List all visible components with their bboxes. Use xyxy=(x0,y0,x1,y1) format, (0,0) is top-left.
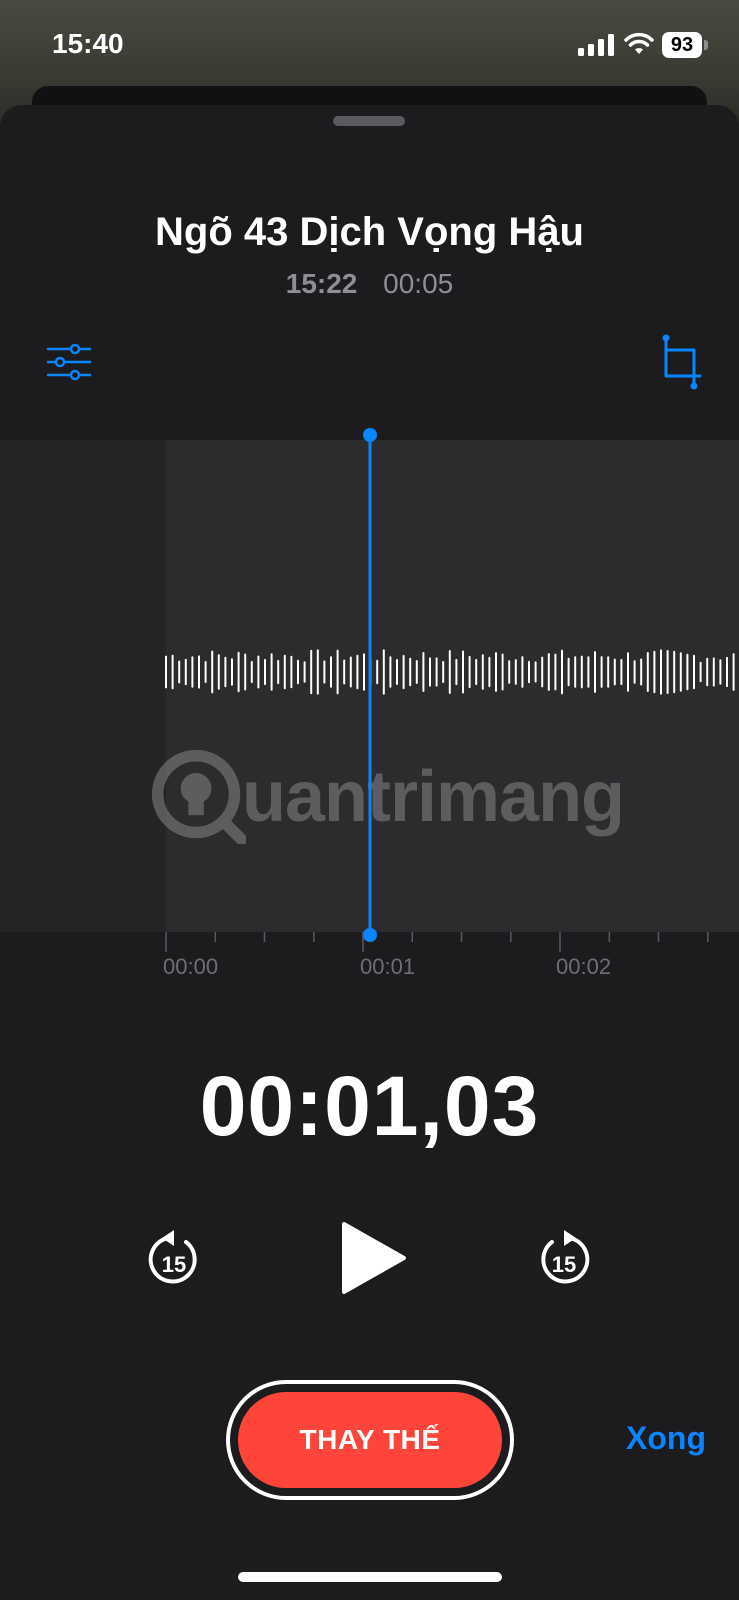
current-time-readout: 00:01,03 xyxy=(199,1059,540,1153)
skip-forward-seconds: 15 xyxy=(552,1252,576,1277)
recording-meta: 15:22 00:05 xyxy=(0,268,739,300)
recording-duration: 00:05 xyxy=(383,268,454,299)
replace-button-label: THAY THẾ xyxy=(238,1392,502,1488)
watermark-text: uantrimang xyxy=(242,757,625,837)
tick-label: 00:00 xyxy=(163,954,219,979)
filters-icon[interactable] xyxy=(46,342,92,382)
play-icon[interactable] xyxy=(338,1220,408,1296)
recording-title[interactable]: Ngõ 43 Dịch Vọng Hậu xyxy=(0,210,739,255)
skip-forward-15-icon[interactable]: 15 xyxy=(536,1230,592,1290)
playhead-scrubber[interactable] xyxy=(360,425,380,945)
status-time: 15:40 xyxy=(52,28,124,59)
skip-back-15-icon[interactable]: 15 xyxy=(146,1230,202,1290)
sheet-grabber[interactable] xyxy=(333,116,405,126)
status-bar: 15:40 93 xyxy=(0,0,739,90)
signal-icon xyxy=(578,34,614,56)
home-indicator[interactable] xyxy=(238,1572,502,1582)
crop-icon[interactable] xyxy=(660,334,704,390)
skip-back-seconds: 15 xyxy=(162,1252,186,1277)
battery-level: 93 xyxy=(662,32,702,58)
battery-tip xyxy=(704,40,708,50)
recording-time: 15:22 xyxy=(285,268,358,299)
wifi-icon xyxy=(624,32,654,54)
replace-button[interactable]: THAY THẾ xyxy=(226,1380,514,1500)
tick-label: 00:02 xyxy=(556,954,612,979)
done-button[interactable]: Xong xyxy=(626,1420,706,1457)
battery-icon: 93 xyxy=(662,32,708,58)
tick-label: 00:01 xyxy=(360,954,416,979)
lightbulb-icon xyxy=(151,749,246,844)
